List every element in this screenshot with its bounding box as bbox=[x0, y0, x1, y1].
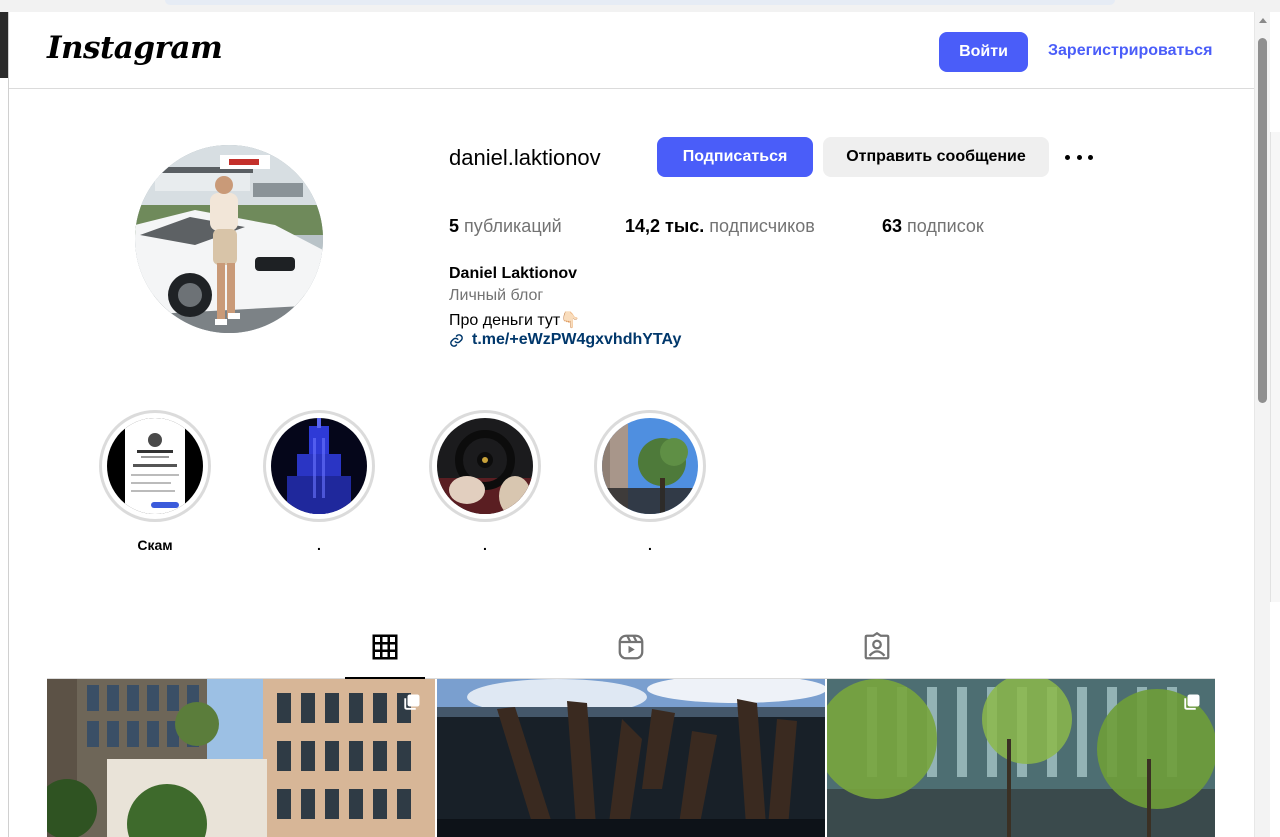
grid-icon bbox=[372, 634, 398, 660]
link-icon bbox=[450, 333, 463, 347]
follow-button[interactable]: Подписаться bbox=[657, 137, 813, 177]
scrollbar-thumb[interactable] bbox=[1258, 38, 1267, 403]
browser-top-bar bbox=[0, 0, 1280, 12]
highlight-label: . bbox=[317, 537, 321, 553]
highlight-cover bbox=[271, 418, 367, 514]
bio-full-name: Daniel Laktionov bbox=[449, 265, 578, 282]
post-image bbox=[827, 679, 1215, 837]
post-image bbox=[437, 679, 825, 837]
carousel-icon bbox=[1184, 694, 1200, 710]
posts-count-label: публикаций bbox=[464, 216, 562, 236]
following-count[interactable]: 63 подписок bbox=[882, 216, 984, 237]
highlight-label: . bbox=[648, 537, 652, 553]
story-highlight[interactable]: . bbox=[429, 410, 541, 553]
following-count-value: 63 bbox=[882, 216, 903, 236]
highlight-label: Скам bbox=[137, 537, 173, 553]
followers-count-label: подписчиков bbox=[709, 216, 815, 236]
login-button[interactable]: Войти bbox=[939, 32, 1028, 72]
more-options-icon[interactable] bbox=[1065, 152, 1093, 162]
address-bar-edge bbox=[165, 0, 1115, 5]
window-right-edge bbox=[1270, 12, 1280, 837]
story-highlight[interactable]: . bbox=[594, 410, 706, 553]
window-left-edge bbox=[0, 12, 9, 837]
followers-count[interactable]: 14,2 тыс. подписчиков bbox=[625, 216, 815, 237]
instagram-page: Instagram Войти Зарегистрироваться danie… bbox=[9, 12, 1254, 837]
following-count-label: подписок bbox=[907, 216, 984, 236]
highlight-label: . bbox=[483, 537, 487, 553]
profile-avatar[interactable] bbox=[135, 145, 323, 333]
scroll-up-arrow[interactable] bbox=[1259, 18, 1267, 23]
tab-tagged[interactable] bbox=[837, 632, 917, 679]
avatar-photo bbox=[135, 145, 323, 333]
post-thumbnail[interactable] bbox=[827, 679, 1215, 837]
story-highlight[interactable]: . bbox=[263, 410, 375, 553]
instagram-logo[interactable]: Instagram bbox=[47, 30, 223, 66]
reels-icon bbox=[618, 634, 644, 660]
post-thumbnail[interactable] bbox=[437, 679, 825, 837]
top-nav: Instagram Войти Зарегистрироваться bbox=[9, 12, 1254, 89]
tab-reels[interactable] bbox=[591, 632, 671, 679]
tagged-icon bbox=[864, 632, 890, 660]
highlight-cover bbox=[602, 418, 698, 514]
page-scrollbar[interactable] bbox=[1254, 12, 1270, 837]
bio-category: Личный блог bbox=[449, 287, 544, 304]
post-image bbox=[47, 679, 435, 837]
highlight-cover bbox=[437, 418, 533, 514]
followers-count-value: 14,2 тыс. bbox=[625, 216, 705, 236]
carousel-icon bbox=[404, 694, 420, 710]
tab-posts[interactable] bbox=[345, 632, 425, 679]
highlight-cover bbox=[107, 418, 203, 514]
signup-link[interactable]: Зарегистрироваться bbox=[1048, 42, 1212, 60]
send-message-button[interactable]: Отправить сообщение bbox=[823, 137, 1049, 177]
profile-username: daniel.laktionov bbox=[449, 145, 601, 170]
bio-link-text: t.me/+eWzPW4gxvhdhYTAy bbox=[472, 331, 682, 348]
story-highlight[interactable]: Скам bbox=[99, 410, 211, 553]
posts-count: 5 публикаций bbox=[449, 216, 562, 237]
posts-count-value: 5 bbox=[449, 216, 460, 236]
bio-text: Про деньги тут👇🏻 bbox=[449, 312, 581, 329]
bio-external-link[interactable]: t.me/+eWzPW4gxvhdhYTAy bbox=[449, 331, 681, 349]
post-thumbnail[interactable] bbox=[47, 679, 435, 837]
